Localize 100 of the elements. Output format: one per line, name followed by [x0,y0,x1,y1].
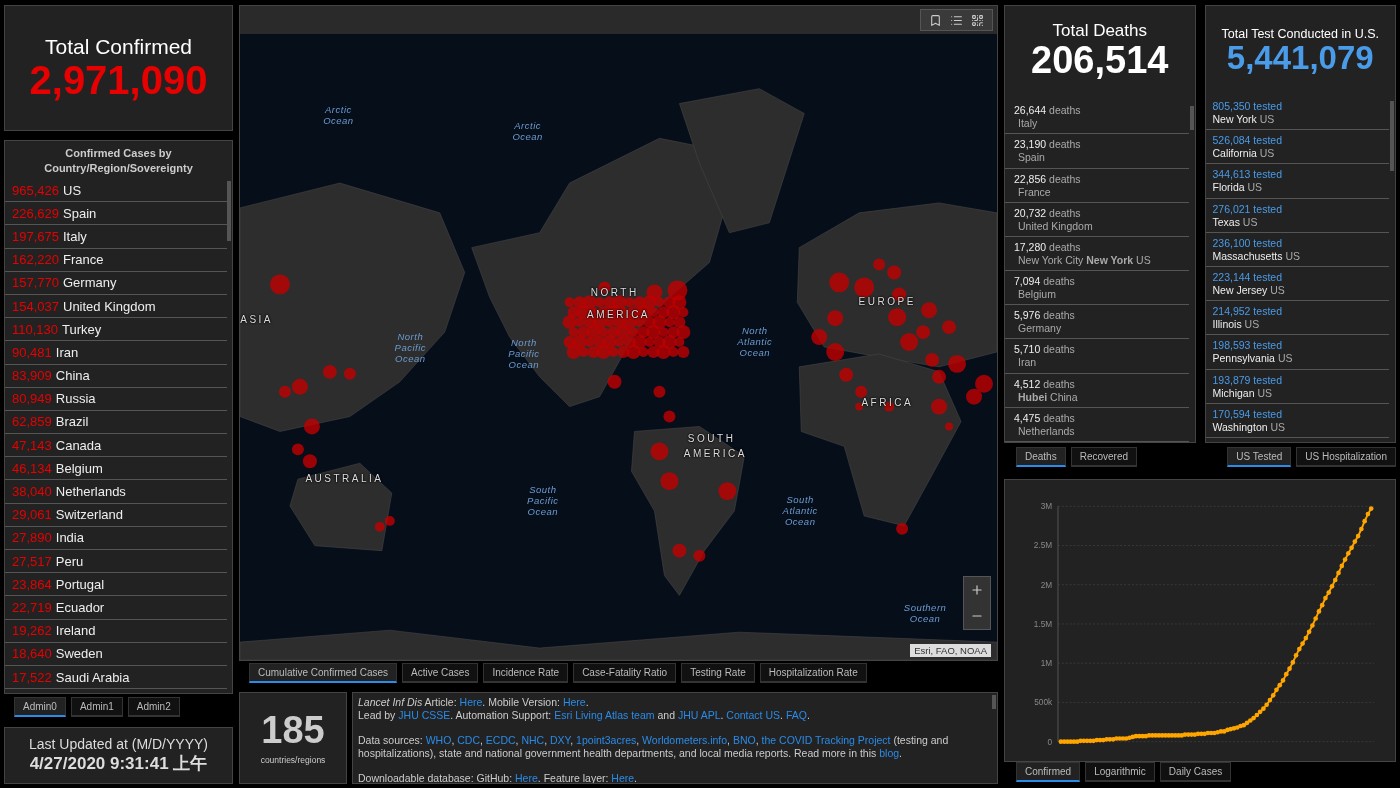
country-name[interactable]: Portugal [55,576,105,592]
info-link[interactable]: ECDC [485,734,516,746]
scrollbar-thumb[interactable] [1189,106,1194,130]
death-place: Hubei China [1017,390,1079,404]
tab[interactable]: Daily Cases [1159,762,1232,782]
tested-count: 198,593 tested [1212,339,1283,353]
tested-count: 805,350 tested [1212,100,1283,113]
country-name[interactable]: Saudi Arabia [55,669,130,685]
country-name[interactable]: Italy [63,228,87,244]
tab[interactable]: Recovered [1070,446,1138,467]
country-name[interactable]: Turkey [62,321,102,337]
tested-count: 214,952 tested [1212,305,1283,319]
case-count: 90,481 [12,344,52,360]
info-link[interactable]: JHU APL [677,709,721,721]
tab[interactable]: Admin0 [14,697,66,717]
country-name[interactable]: France [63,252,104,268]
state-name: Florida US [1212,181,1264,195]
death-count: 5,976 deaths [1014,309,1076,323]
total-confirmed-value: 2,971,090 [29,59,208,101]
tested-count: 276,021 tested [1212,202,1283,216]
country-name[interactable]: Netherlands [55,484,126,500]
scrollbar-thumb[interactable] [1390,101,1394,171]
case-count: 965,426 [12,182,59,198]
country-name[interactable]: Sweden [55,646,103,662]
state-name: New Jersey US [1212,283,1286,297]
case-markers-drawing[interactable] [269,258,993,562]
tab[interactable]: Hospitalization Rate [759,663,867,683]
info-link[interactable]: Here [515,772,538,783]
country-name[interactable]: Belgium [55,460,103,476]
total-tests-value: 5,441,079 [1226,40,1374,76]
tab[interactable]: Active Cases [402,663,479,683]
case-count: 162,220 [12,252,59,268]
tested-count: 170,594 tested [1212,407,1283,421]
info-link[interactable]: Esri Living Atlas team [554,709,655,721]
tab[interactable]: Deaths [1016,446,1066,467]
countries-label: countries/regions [260,755,326,765]
continent-label: AMERICA [586,308,651,320]
death-count: 7,094 deaths [1014,275,1076,289]
info-paragraph: Lancet Inf Dis Article: Here. Mobile Version: Here. Lead by JHU CSSE. Automation Support: Esri Living Atlas team and JHU APL. Contact US. FAQ. [358,696,811,722]
list-icon[interactable] [950,13,963,27]
death-count: 22,856 deaths [1014,172,1082,186]
ocean-label: South Pacific Ocean [527,483,559,517]
info-link[interactable]: Here [562,696,586,708]
country-name[interactable]: Iran [55,344,79,360]
scrollbar-thumb[interactable] [992,695,996,709]
case-count: 38,040 [12,484,52,500]
country-name[interactable]: Brazil [55,414,89,430]
country-name[interactable]: US [63,182,82,198]
country-name[interactable]: Canada [55,437,102,453]
ocean-label: South Atlantic Ocean [782,493,818,527]
state-name: Michigan US [1212,386,1274,400]
info-link[interactable]: FAQ [785,709,807,721]
death-place: New York City New York US [1017,253,1152,267]
info-link[interactable]: the COVID Tracking Project [761,734,891,746]
info-link[interactable]: CDC [457,734,480,746]
scrollbar-thumb[interactable] [227,181,231,241]
tab[interactable]: US Hospitalization [1296,446,1396,467]
case-count: 18,640 [12,646,52,662]
bookmark-icon[interactable] [929,13,942,27]
state-name: New York US [1212,113,1276,126]
case-count: 23,864 [12,576,52,592]
country-name[interactable]: China [55,368,90,384]
death-place: Italy [1017,117,1039,131]
case-count: 46,134 [12,460,52,476]
country-name[interactable]: Ireland [55,623,96,639]
country-name[interactable]: Ecuador [55,599,105,615]
case-count: 197,675 [12,228,59,244]
case-count: 110,130 [12,321,59,337]
death-count: 4,512 deaths [1014,377,1076,391]
tab[interactable]: Confirmed [1016,762,1081,782]
continent-label: AUSTRALIA [305,472,384,484]
tab[interactable]: Case-Fatality Ratio [573,663,677,683]
ocean-label: North Pacific Ocean [508,336,540,370]
case-count: 29,061 [12,507,52,523]
country-name[interactable]: United Kingdom [63,298,156,314]
continent-label: AFRICA [861,396,914,408]
country-name[interactable]: Peru [55,553,84,569]
tab[interactable]: Logarithmic [1085,762,1155,782]
country-name[interactable]: India [55,530,84,546]
plus-icon [970,583,984,597]
tab[interactable]: Admin1 [70,697,123,717]
grid-icon[interactable] [971,13,984,27]
tab[interactable]: Testing Rate [681,663,755,683]
ocean-label: Arctic Ocean [512,120,543,142]
country-name[interactable]: Switzerland [55,507,123,523]
tab[interactable]: Cumulative Confirmed Cases [249,663,398,683]
country-name[interactable]: Spain [63,205,97,221]
tab[interactable]: Admin2 [127,697,180,717]
tab[interactable]: US Tested [1227,446,1292,467]
info-link[interactable]: BNO [732,734,756,746]
death-count: 4,475 deaths [1014,411,1076,425]
country-name[interactable]: Germany [63,275,117,291]
country-name[interactable]: Russia [55,391,96,407]
total-tests-title: Total Test Conducted in U.S. [1221,26,1379,41]
case-count: 47,143 [12,437,52,453]
info-link[interactable]: DXY [550,734,571,746]
tab[interactable]: Incidence Rate [483,663,569,683]
continent-label: EUROPE [858,295,916,307]
state-name: Massachusetts US [1212,249,1302,263]
state-name: California US [1212,147,1276,161]
